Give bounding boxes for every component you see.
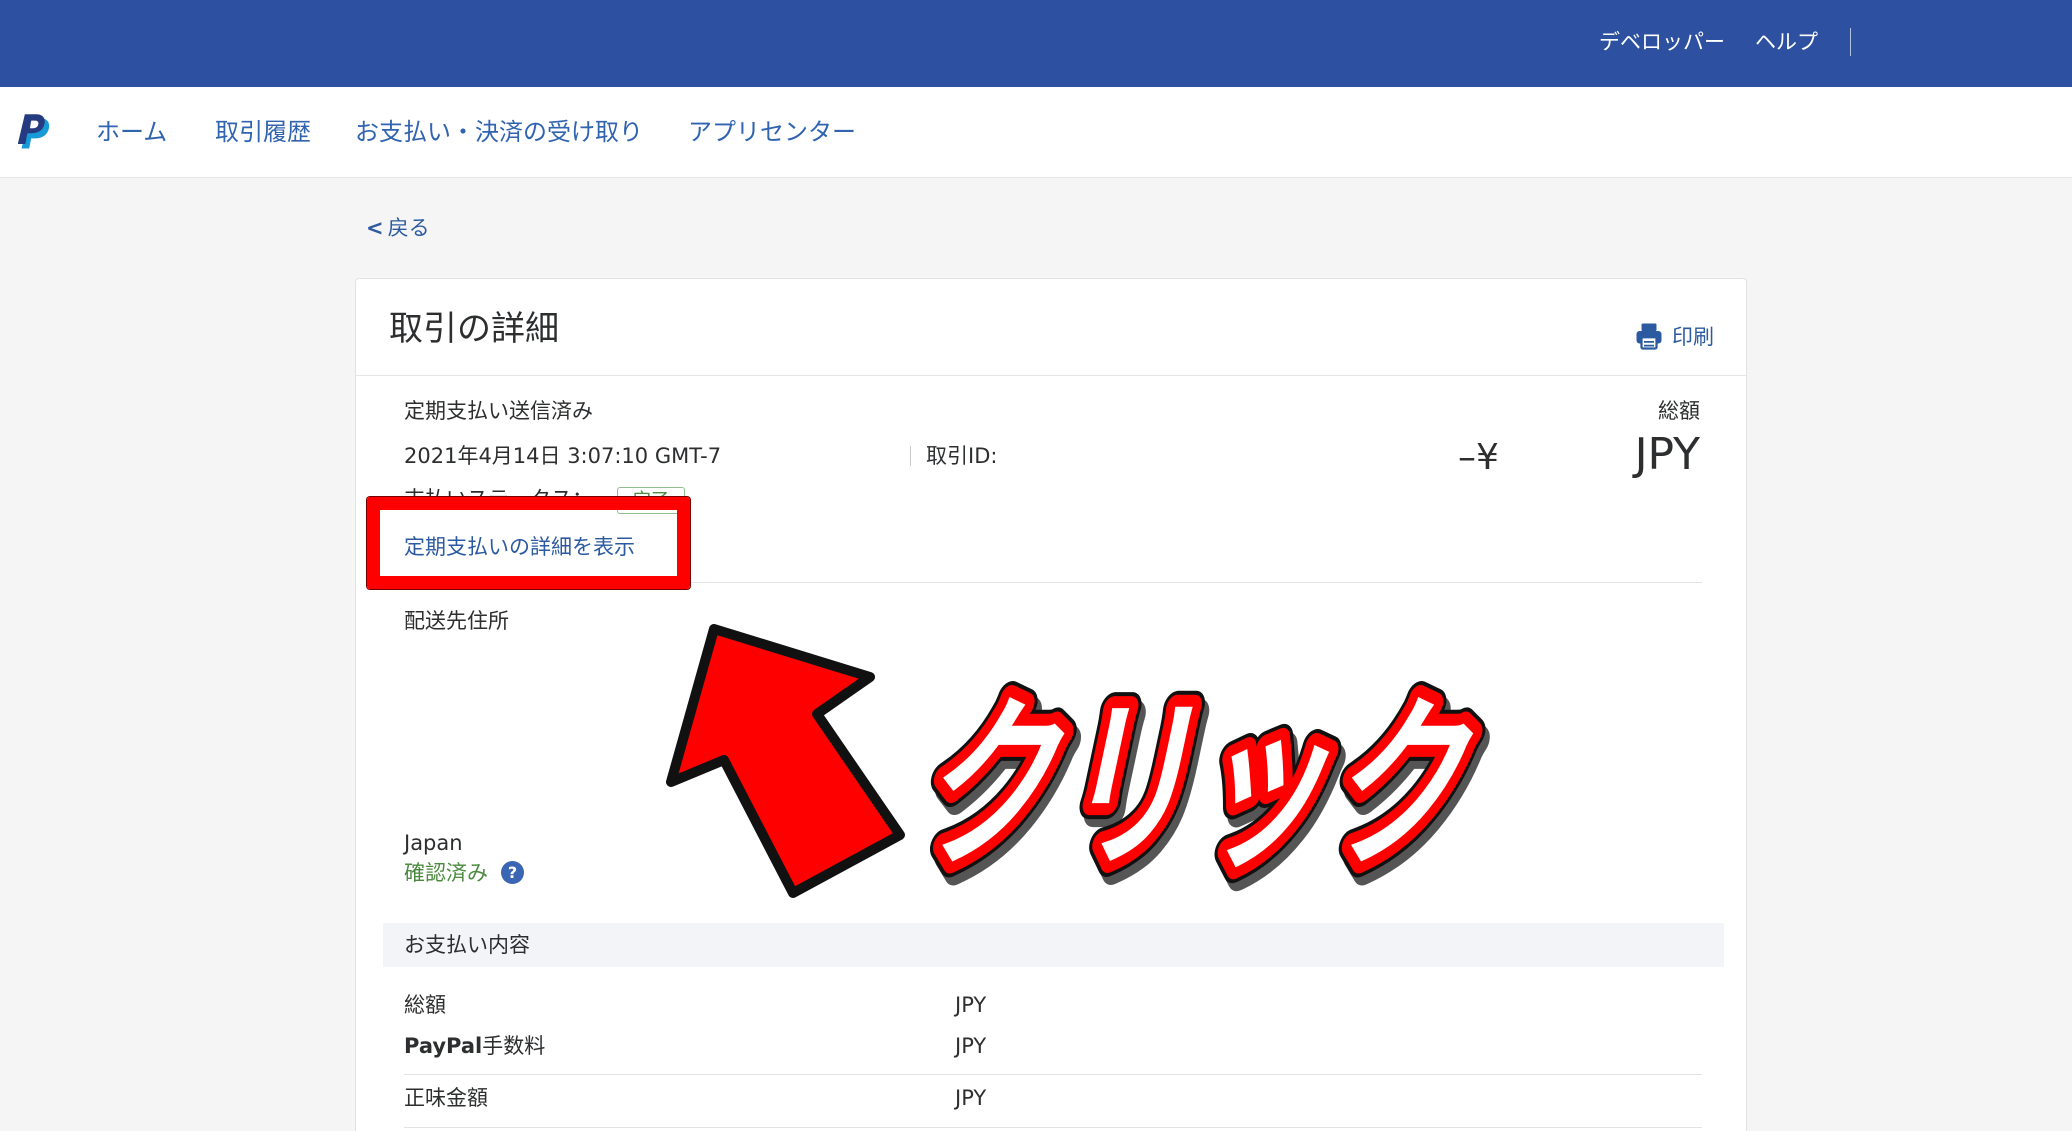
nav-home[interactable]: ホーム — [96, 117, 167, 147]
nav-app-center[interactable]: アプリセンター — [688, 117, 856, 147]
transaction-details-card: 取引の詳細 印刷 定期支払い送信済み 総額 2021年4月14日 3:07:10… — [355, 278, 1747, 1131]
payment-details-header: お支払い内容 — [383, 923, 1724, 967]
nav-transactions[interactable]: 取引履歴 — [215, 117, 311, 147]
row-value: JPY — [955, 993, 987, 1017]
row-label-brand: PayPal — [404, 1034, 483, 1058]
row-value: JPY — [955, 1034, 987, 1058]
nav-payments[interactable]: お支払い・決済の受け取り — [355, 117, 643, 147]
summary-divider — [910, 446, 911, 466]
transaction-id-label: 取引ID: — [926, 444, 998, 468]
shipping-address-label: 配送先住所 — [404, 609, 509, 633]
top-bar: デベロッパー ヘルプ — [0, 0, 2072, 87]
main-nav: ホーム 取引履歴 お支払い・決済の受け取り アプリセンター — [0, 87, 2072, 178]
question-circle-icon[interactable]: ? — [501, 861, 524, 884]
row-label-text: 手数料 — [482, 1034, 546, 1058]
row-label: PayPal手数料 — [404, 1033, 545, 1059]
shipping-country: Japan — [404, 831, 463, 855]
page-title: 取引の詳細 — [389, 309, 559, 349]
card-header-divider — [356, 375, 1746, 376]
row-label: 総額 — [404, 993, 446, 1017]
payment-details-title: お支払い内容 — [404, 933, 530, 957]
address-verified: 確認済み — [404, 861, 488, 885]
chevron-left-icon: < — [366, 216, 384, 240]
total-label: 総額 — [1658, 399, 1700, 423]
back-link[interactable]: < 戻る — [366, 215, 430, 241]
print-button[interactable]: 印刷 — [1634, 321, 1714, 351]
row-divider — [404, 1074, 1702, 1075]
paypal-logo-icon[interactable] — [17, 113, 52, 151]
row-value: JPY — [955, 1086, 987, 1110]
row-label: 正味金額 — [404, 1086, 488, 1110]
row-divider — [404, 1127, 1702, 1128]
printer-icon — [1636, 323, 1662, 350]
transaction-type: 定期支払い送信済み — [404, 399, 593, 423]
topbar-divider — [1850, 28, 1851, 56]
transaction-date: 2021年4月14日 3:07:10 GMT-7 — [404, 444, 722, 468]
print-label: 印刷 — [1672, 325, 1714, 349]
developer-link[interactable]: デベロッパー — [1599, 29, 1725, 55]
help-link[interactable]: ヘルプ — [1755, 29, 1818, 55]
amount-value: –¥ — [1458, 437, 1499, 478]
back-label: 戻る — [387, 216, 430, 240]
highlight-box — [367, 497, 690, 589]
amount-currency: JPY — [1634, 429, 1700, 480]
